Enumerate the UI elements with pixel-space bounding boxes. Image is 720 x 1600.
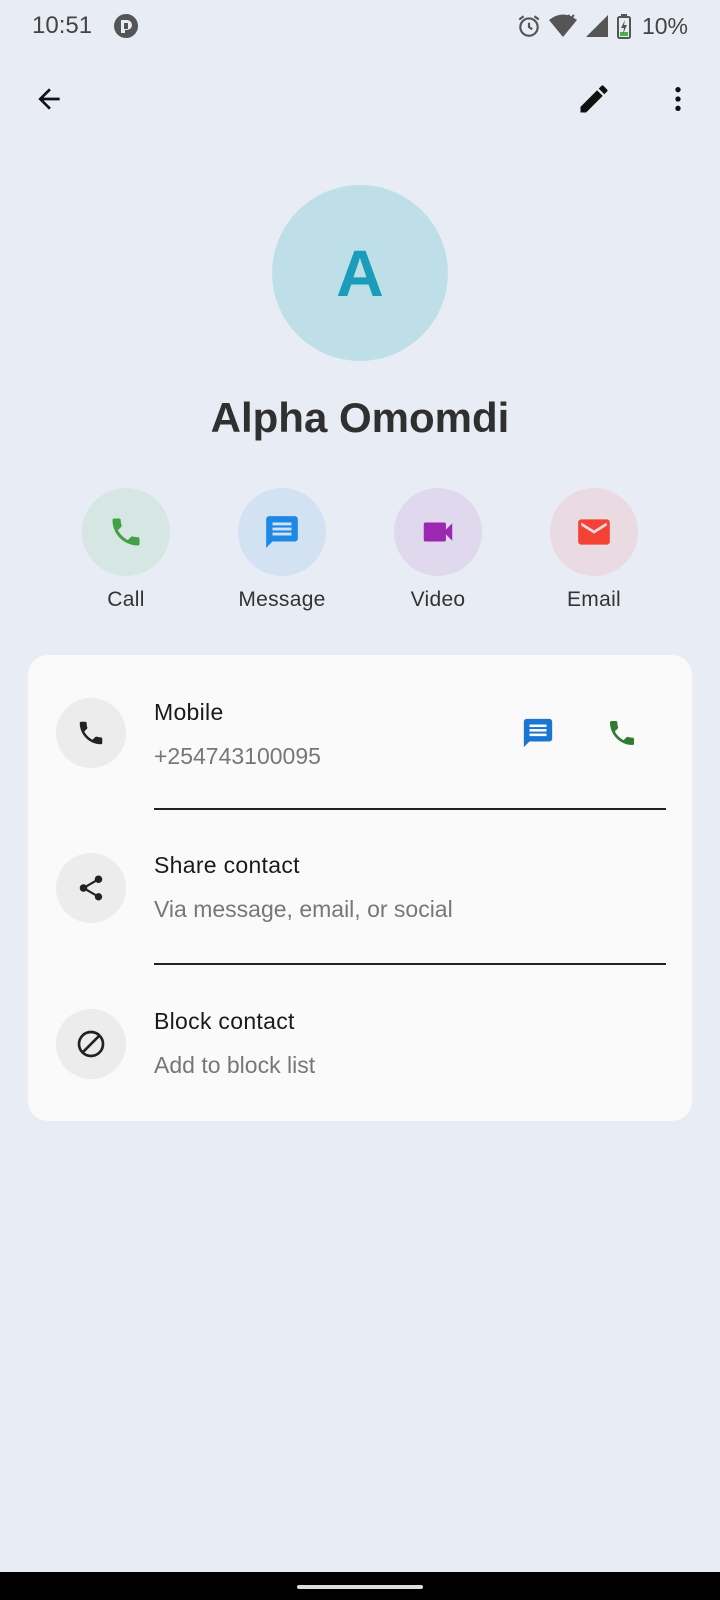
videocam-icon bbox=[423, 522, 453, 542]
quick-actions: Call Message Video Email bbox=[0, 488, 720, 618]
top-app-bar bbox=[0, 66, 720, 136]
message-icon bbox=[266, 516, 298, 548]
call-number-button[interactable] bbox=[594, 705, 650, 761]
video-action-circle bbox=[394, 488, 482, 576]
status-time: 10:51 bbox=[32, 12, 93, 39]
share-contact-subtitle: Via message, email, or social bbox=[154, 896, 453, 922]
back-arrow-icon bbox=[38, 88, 60, 110]
edit-pencil-icon bbox=[580, 85, 608, 113]
wifi-icon bbox=[548, 14, 577, 37]
video-action-label: Video bbox=[410, 588, 466, 611]
block-contact-subtitle: Add to block list bbox=[154, 1052, 316, 1078]
phone-icon bbox=[112, 518, 140, 546]
home-gesture-handle[interactable] bbox=[297, 1585, 423, 1589]
message-action-label: Message bbox=[238, 588, 326, 611]
back-button[interactable] bbox=[21, 71, 77, 127]
email-action-button[interactable]: Email bbox=[524, 488, 664, 612]
email-action-circle bbox=[550, 488, 638, 576]
call-action-label: Call bbox=[107, 588, 145, 611]
mobile-label: Mobile bbox=[154, 699, 224, 725]
block-contact-title: Block contact bbox=[154, 1008, 295, 1034]
more-options-button[interactable] bbox=[650, 71, 706, 127]
alarm-icon bbox=[518, 15, 540, 37]
call-icon bbox=[610, 721, 634, 745]
mobile-row-icon bbox=[56, 698, 126, 768]
call-action-button[interactable]: Call bbox=[56, 488, 196, 612]
share-contact-row[interactable]: Share contact Via message, email, or soc… bbox=[28, 810, 692, 940]
message-action-button[interactable]: Message bbox=[212, 488, 352, 612]
contact-details-card: Mobile +254743100095 Share contact Via m… bbox=[28, 655, 692, 1121]
message-action-circle bbox=[238, 488, 326, 576]
signal-icon bbox=[585, 15, 608, 37]
divider bbox=[154, 963, 666, 965]
mobile-number-row[interactable]: Mobile +254743100095 bbox=[28, 655, 692, 785]
email-action-label: Email bbox=[566, 588, 621, 611]
share-icon bbox=[79, 875, 103, 901]
block-row-icon bbox=[56, 1009, 126, 1079]
edit-button[interactable] bbox=[566, 71, 622, 127]
avatar: A bbox=[272, 185, 448, 361]
navigation-bar bbox=[0, 1572, 720, 1600]
call-action-circle bbox=[82, 488, 170, 576]
status-bar: 10:51 10% bbox=[0, 0, 720, 54]
phone-icon bbox=[79, 721, 103, 745]
status-icons: 10% bbox=[516, 11, 688, 41]
avatar-initial: A bbox=[336, 236, 384, 310]
share-row-icon bbox=[56, 853, 126, 923]
more-vert-icon bbox=[675, 87, 681, 111]
battery-percent: 10% bbox=[641, 12, 688, 39]
battery-charging-icon bbox=[616, 14, 631, 39]
block-icon bbox=[77, 1030, 105, 1058]
mobile-number: +254743100095 bbox=[154, 743, 321, 769]
share-contact-title: Share contact bbox=[154, 852, 300, 878]
video-action-button[interactable]: Video bbox=[368, 488, 508, 612]
contact-name: Alpha Omomdi bbox=[210, 394, 510, 441]
email-icon bbox=[578, 519, 610, 545]
send-message-button[interactable] bbox=[510, 705, 566, 761]
message-icon bbox=[523, 718, 553, 748]
block-contact-row[interactable]: Block contact Add to block list bbox=[28, 966, 692, 1096]
app-notification-icon bbox=[114, 14, 138, 38]
